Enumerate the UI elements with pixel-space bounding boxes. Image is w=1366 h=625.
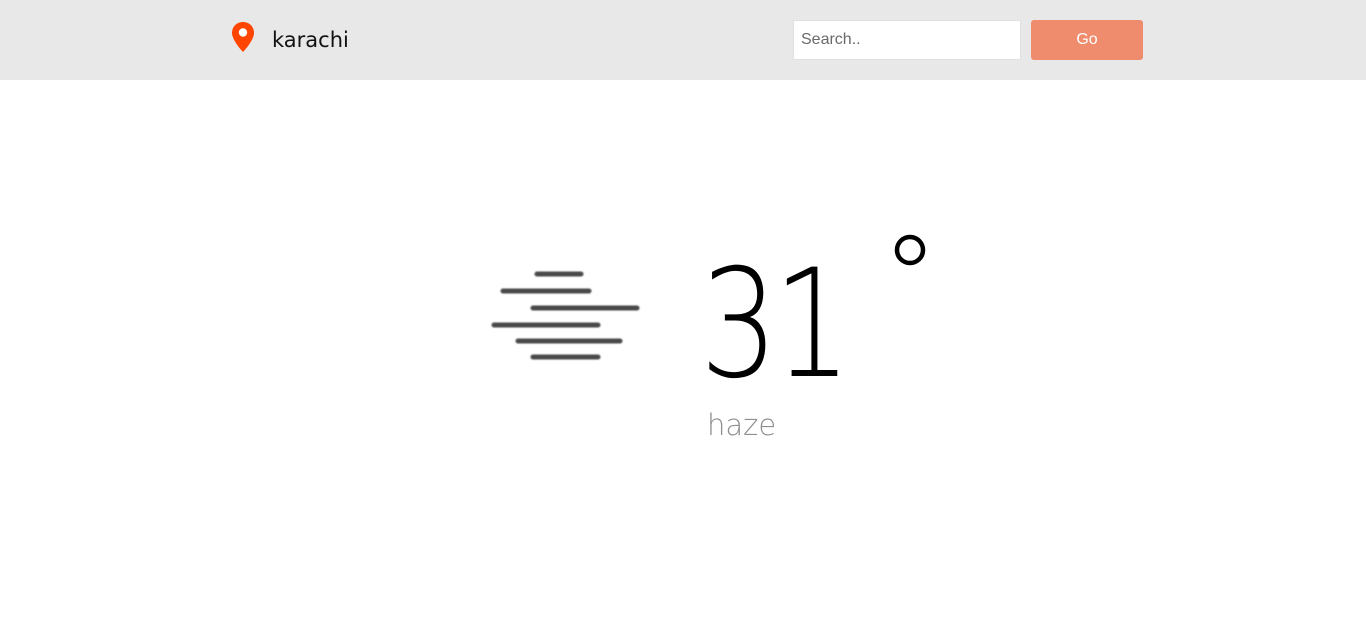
city-name: karachi — [272, 28, 349, 52]
degree-symbol — [894, 234, 926, 266]
top-bar: karachi Go — [0, 0, 1366, 80]
weather-condition: haze — [707, 408, 777, 442]
go-button[interactable]: Go — [1031, 20, 1143, 60]
temperature-value: 31 — [700, 238, 852, 412]
search-input[interactable] — [793, 20, 1021, 60]
current-location: karachi — [230, 22, 349, 58]
map-pin-icon — [232, 22, 254, 52]
haze-icon — [491, 271, 640, 360]
